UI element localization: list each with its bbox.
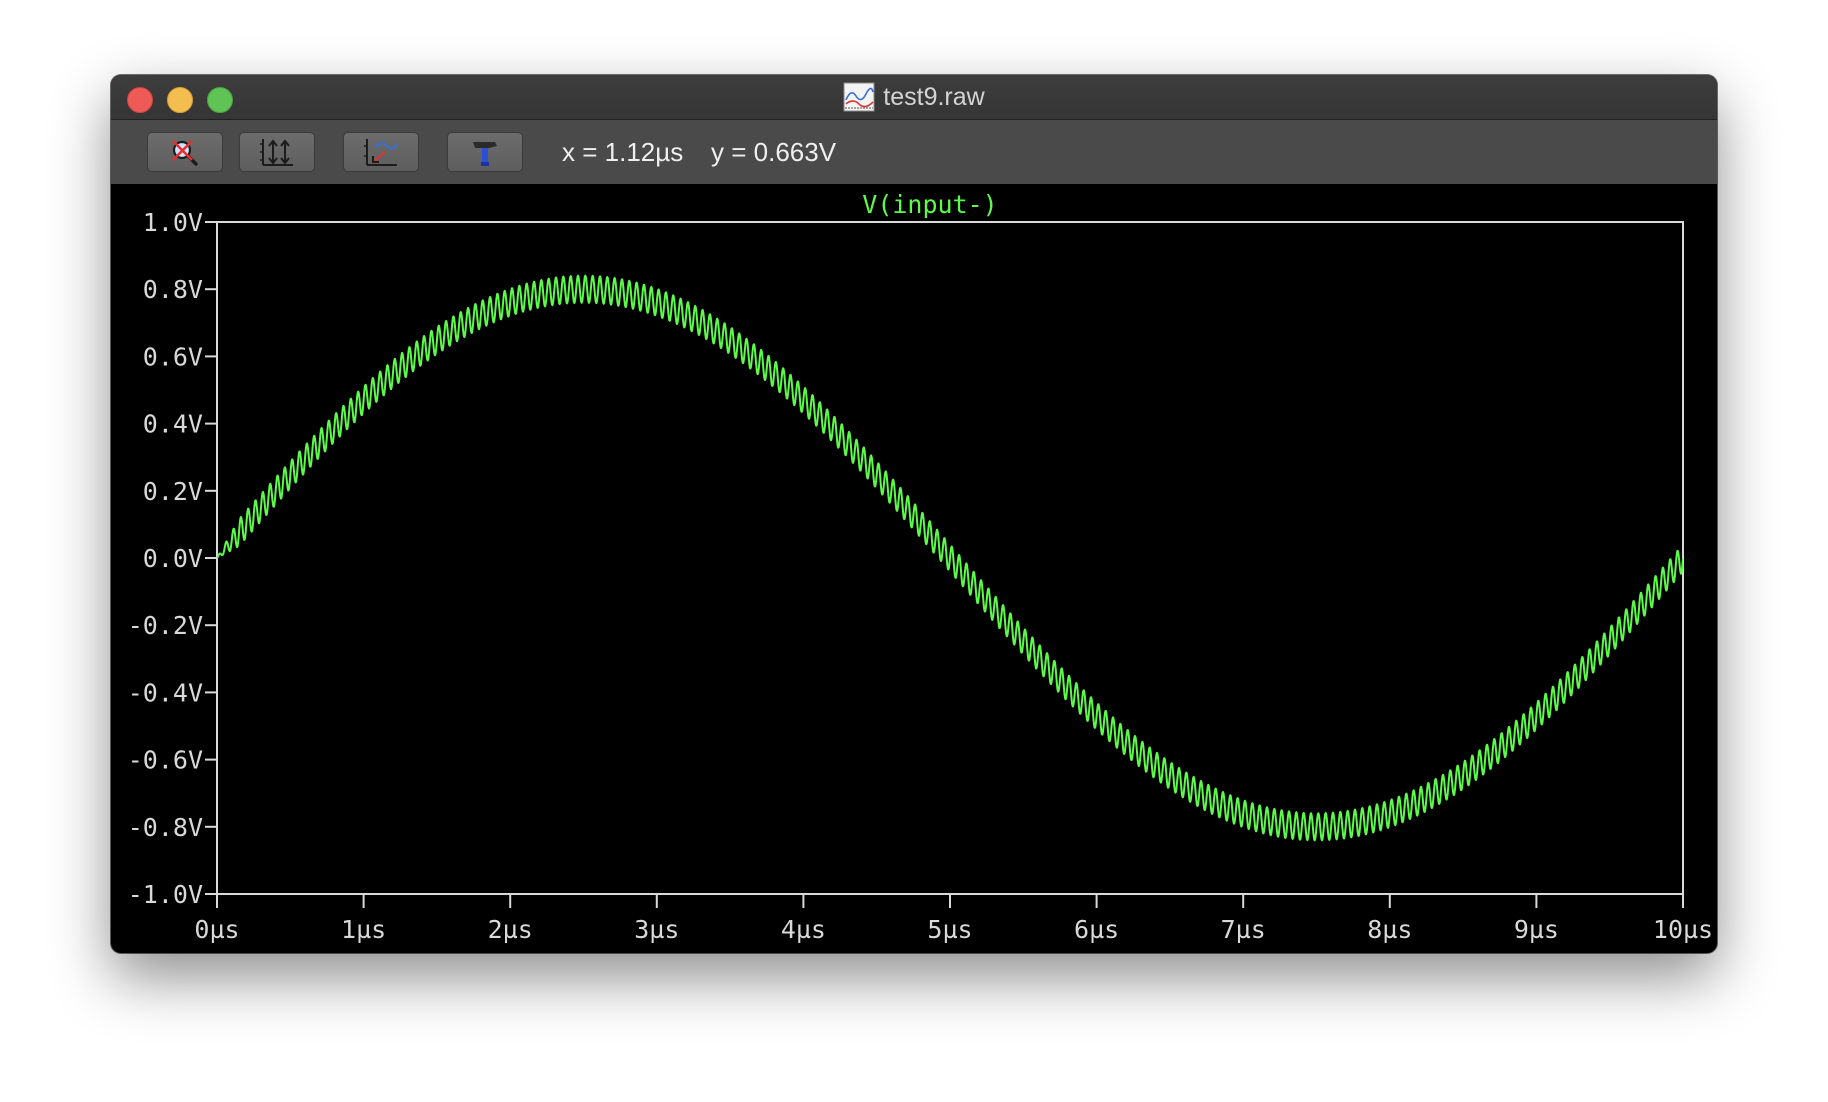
x-tick-label: 8µs bbox=[1367, 915, 1412, 944]
plot-pane[interactable]: V(input-) 1.0V 0.8V 0.6V 0.4V 0.2V 0.0V -0.2V -… bbox=[111, 184, 1717, 953]
y-tick-label: -0.2V bbox=[128, 611, 203, 640]
y-tick-label: 0.0V bbox=[143, 544, 203, 573]
x-tick-label: 3µs bbox=[634, 915, 679, 944]
waveform-file-icon bbox=[843, 82, 875, 112]
x-tick-label: 7µs bbox=[1221, 915, 1266, 944]
x-tick-label: 2µs bbox=[488, 915, 533, 944]
zoom-cancel-button[interactable] bbox=[147, 132, 223, 172]
vertical-autorange-icon bbox=[260, 139, 293, 166]
toolbar: x = 1.12µs y = 0.663V bbox=[111, 120, 1717, 184]
waveform-window: test9.raw x = 1.12µs y = 0.663V V(input-… bbox=[111, 75, 1717, 953]
x-tick-label: 9µs bbox=[1514, 915, 1559, 944]
trace-v-input-minus bbox=[217, 274, 1683, 842]
y-tick-label: 0.2V bbox=[143, 477, 203, 506]
x-tick-label: 4µs bbox=[781, 915, 826, 944]
y-tick-label: 0.4V bbox=[143, 410, 203, 439]
hammer-icon bbox=[473, 142, 497, 166]
x-tick-label: 1µs bbox=[341, 915, 386, 944]
y-tick-label: 0.6V bbox=[143, 342, 203, 371]
y-tick-label: -0.6V bbox=[128, 746, 203, 775]
title-bar[interactable]: test9.raw bbox=[111, 75, 1717, 120]
cursor-y-readout: y = 0.663V bbox=[711, 137, 837, 167]
y-tick-label: -1.0V bbox=[128, 880, 203, 909]
window-title: test9.raw bbox=[883, 82, 985, 111]
y-tick-label: -0.8V bbox=[128, 813, 203, 842]
autorange-x-button[interactable] bbox=[343, 132, 419, 172]
properties-button[interactable] bbox=[447, 132, 523, 172]
x-tick-label: 5µs bbox=[927, 915, 972, 944]
x-tick-label: 0µs bbox=[194, 915, 239, 944]
x-tick-label: 10µs bbox=[1653, 915, 1713, 944]
y-tick-label: 1.0V bbox=[143, 208, 203, 237]
x-tick-label: 6µs bbox=[1074, 915, 1119, 944]
magnifier-cross-icon bbox=[172, 140, 198, 166]
zoom-to-fit-icon bbox=[364, 139, 398, 166]
autorange-y-button[interactable] bbox=[239, 132, 315, 172]
y-tick-label: 0.8V bbox=[143, 275, 203, 304]
cursor-x-readout: x = 1.12µs bbox=[562, 137, 684, 167]
waveform-plot[interactable]: 1.0V 0.8V 0.6V 0.4V 0.2V 0.0V -0.2V -0.4V -0.6V -… bbox=[111, 184, 1717, 953]
y-tick-label: -0.4V bbox=[128, 678, 203, 707]
